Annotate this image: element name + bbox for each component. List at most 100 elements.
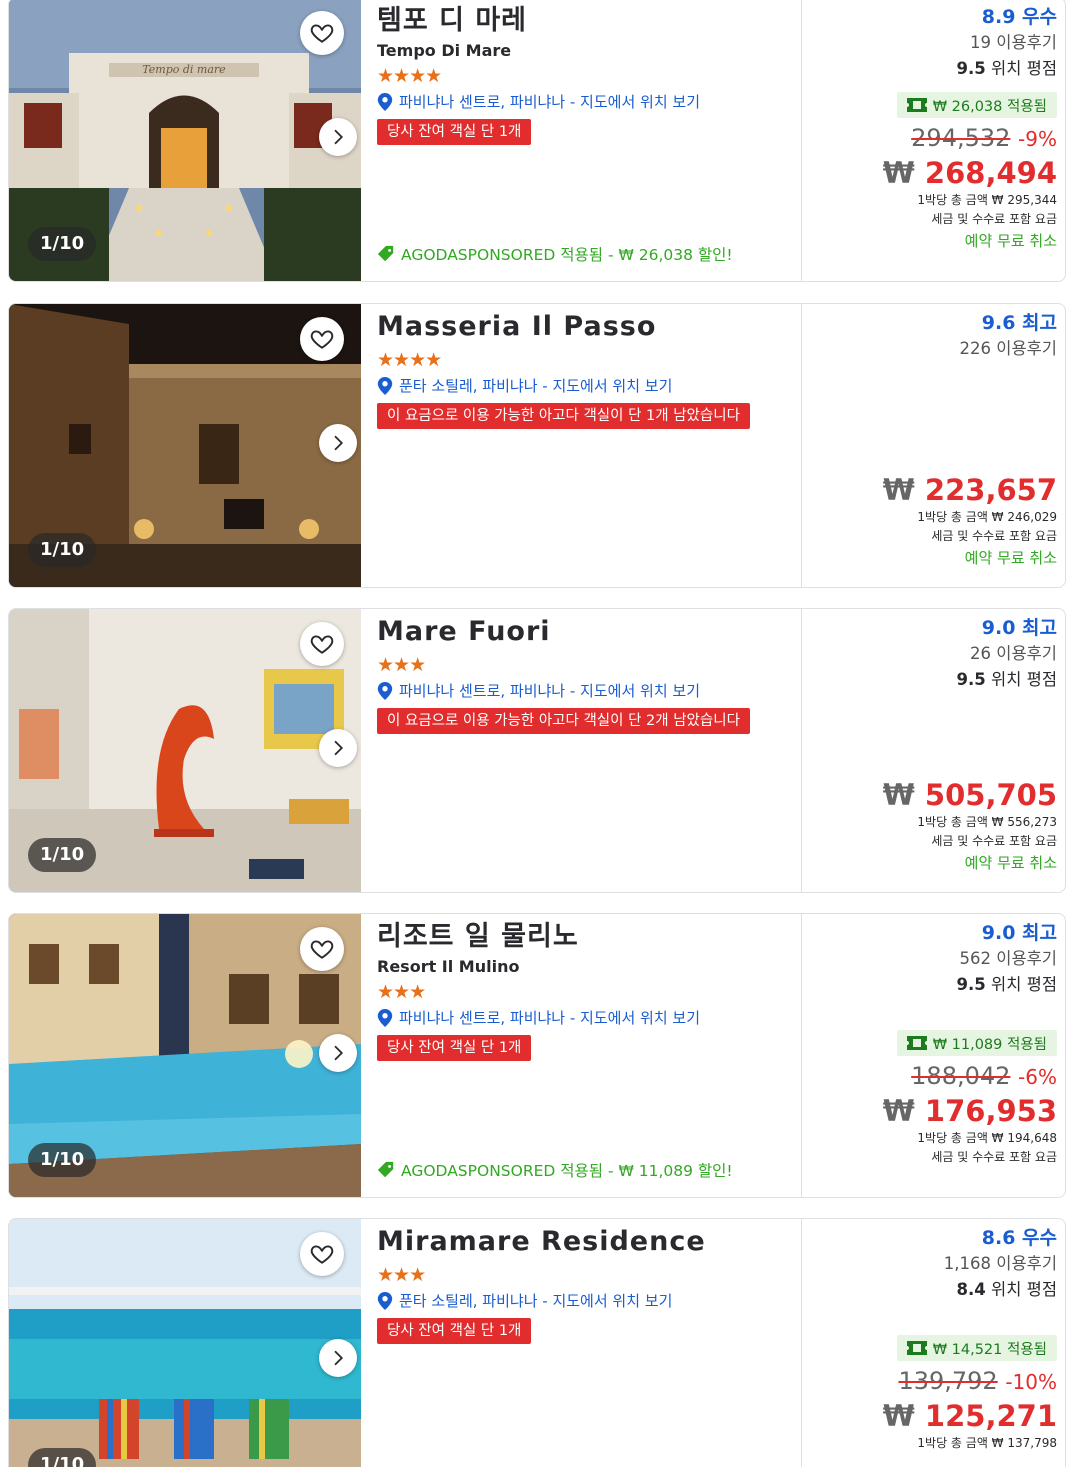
hotel-name[interactable]: Mare Fuori — [377, 613, 785, 651]
price-panel[interactable]: 9.0 최고 26 이용후기 9.5 위치 평점 ₩ 505,705 1박당 총… — [801, 609, 1065, 892]
map-pin-icon — [377, 377, 393, 395]
location-text: 파비냐나 센트로, 파비냐나 - 지도에서 위치 보기 — [399, 93, 700, 111]
next-photo-button[interactable] — [319, 118, 357, 156]
hotel-card[interactable]: 1/10 리조트 일 물리노 Resort Il Mulino ★★★ 파비냐나… — [8, 913, 1066, 1198]
location-score: 9.5 위치 평점 — [812, 667, 1057, 693]
hotel-card[interactable]: 1/10 Masseria Il Passo ★★★★ 푼타 소틸레, 파비냐나… — [8, 303, 1066, 588]
current-price: ₩ 223,657 — [812, 472, 1057, 508]
promo-text: AGODASPONSORED 적용됨 - ₩ 11,089 할인! — [401, 1162, 733, 1180]
tax-note: 세금 및 수수료 포함 요금 — [931, 529, 1057, 543]
location-score-value: 9.5 — [956, 975, 986, 994]
urgency-badge: 이 요금으로 이용 가능한 아고다 객실이 단 2개 남았습니다 — [377, 708, 750, 734]
total-price: 1박당 총 금액 ₩ 194,648 — [917, 1131, 1057, 1145]
favorite-button[interactable] — [300, 317, 344, 361]
ticket-icon — [906, 1341, 927, 1355]
coupon-text: ₩ 26,038 적용됨 — [932, 98, 1047, 115]
total-price: 1박당 총 금액 ₩ 137,798 — [917, 1436, 1057, 1450]
star-rating: ★★★ — [377, 654, 426, 676]
free-cancellation: 예약 무료 취소 — [964, 854, 1057, 872]
tag-icon — [377, 1161, 394, 1178]
review-score: 8.6 우수 — [981, 1227, 1057, 1249]
currency-symbol: ₩ — [882, 473, 915, 507]
review-count: 1,168 이용후기 — [943, 1254, 1057, 1273]
current-price: ₩ 125,271 — [812, 1398, 1057, 1434]
hotel-photo[interactable]: 1/10 — [9, 304, 361, 587]
favorite-button[interactable] — [300, 11, 344, 55]
next-photo-button[interactable] — [319, 1034, 357, 1072]
tax-note: 세금 및 수수료 포함 요금 — [931, 212, 1057, 226]
review-count: 26 이용후기 — [970, 644, 1057, 663]
heart-icon — [310, 1245, 334, 1264]
price-panel[interactable]: 9.0 최고 562 이용후기 9.5 위치 평점 ₩ 11,089 적용됨 1… — [801, 914, 1065, 1197]
chevron-right-icon — [334, 1045, 344, 1061]
urgency-badge: 이 요금으로 이용 가능한 아고다 객실이 단 1개 남았습니다 — [377, 403, 750, 429]
hotel-photo[interactable]: 1/10 — [9, 914, 361, 1197]
heart-icon — [310, 24, 334, 43]
next-photo-button[interactable] — [319, 424, 357, 462]
location-score: 9.5 위치 평점 — [812, 56, 1057, 82]
coupon-badge: ₩ 26,038 적용됨 — [896, 92, 1057, 118]
coupon-badge: ₩ 11,089 적용됨 — [896, 1030, 1057, 1056]
photo-counter: 1/10 — [28, 1448, 97, 1467]
hotel-name[interactable]: Masseria Il Passo — [377, 308, 785, 346]
price-panel[interactable]: 8.6 우수 1,168 이용후기 8.4 위치 평점 ₩ 14,521 적용됨… — [801, 1219, 1065, 1467]
tax-note: 세금 및 수수료 포함 요금 — [931, 1150, 1057, 1164]
heart-icon — [310, 940, 334, 959]
price-panel[interactable]: 9.6 최고 226 이용후기 ₩ 223,657 1박당 총 금액 ₩ 246… — [801, 304, 1065, 587]
photo-counter: 1/10 — [28, 838, 97, 872]
hotel-card[interactable]: 1/10 Miramare Residence ★★★ 푼타 소틸레, 파비냐나… — [8, 1218, 1066, 1467]
location-link[interactable]: 파비냐나 센트로, 파비냐나 - 지도에서 위치 보기 — [377, 679, 785, 703]
location-score: 8.4 위치 평점 — [812, 1277, 1057, 1303]
review-count: 226 이용후기 — [959, 339, 1057, 358]
promo-text: AGODASPONSORED 적용됨 - ₩ 26,038 할인! — [401, 246, 733, 264]
hotel-name-english: Tempo Di Mare — [377, 41, 512, 60]
hotel-name[interactable]: Miramare Residence — [377, 1223, 785, 1261]
review-score: 9.0 최고 — [981, 922, 1057, 944]
favorite-button[interactable] — [300, 622, 344, 666]
location-text: 푼타 소틸레, 파비냐나 - 지도에서 위치 보기 — [399, 377, 673, 395]
location-link[interactable]: 파비냐나 센트로, 파비냐나 - 지도에서 위치 보기 — [377, 90, 785, 114]
hotel-name-english: Resort Il Mulino — [377, 957, 520, 976]
map-pin-icon — [377, 1009, 393, 1027]
sign-text: Tempo di mare — [142, 63, 226, 76]
review-count: 562 이용후기 — [959, 949, 1057, 968]
hotel-photo[interactable]: 1/10 — [9, 609, 361, 892]
crossed-price: 294,532 — [911, 124, 1011, 152]
hotel-card[interactable]: 1/10 Mare Fuori ★★★ 파비냐나 센트로, 파비냐나 - 지도에… — [8, 608, 1066, 893]
star-rating: ★★★★ — [377, 349, 442, 371]
crossed-price: 139,792 — [898, 1367, 998, 1395]
current-price: ₩ 176,953 — [812, 1093, 1057, 1129]
hotel-photo[interactable]: 1/10 — [9, 1219, 361, 1467]
free-cancellation: 예약 무료 취소 — [964, 232, 1057, 250]
next-photo-button[interactable] — [319, 729, 357, 767]
ticket-icon — [906, 1036, 927, 1050]
currency-symbol: ₩ — [882, 156, 915, 190]
original-price: 139,792 -10% — [812, 1365, 1057, 1398]
free-cancellation: 예약 무료 취소 — [964, 549, 1057, 567]
current-price: ₩ 505,705 — [812, 777, 1057, 813]
hotel-name[interactable]: 템포 디 마레 — [377, 2, 785, 40]
hotel-photo[interactable]: Tempo di mare 1/10 — [9, 0, 361, 281]
location-link[interactable]: 푼타 소틸레, 파비냐나 - 지도에서 위치 보기 — [377, 1289, 785, 1313]
total-price: 1박당 총 금액 ₩ 246,029 — [917, 510, 1057, 524]
urgency-badge: 당사 잔여 객실 단 1개 — [377, 119, 532, 145]
ticket-icon — [906, 98, 927, 112]
location-link[interactable]: 푼타 소틸레, 파비냐나 - 지도에서 위치 보기 — [377, 374, 785, 398]
star-rating: ★★★ — [377, 1264, 426, 1286]
location-link[interactable]: 파비냐나 센트로, 파비냐나 - 지도에서 위치 보기 — [377, 1006, 785, 1030]
hotel-info: Miramare Residence ★★★ 푼타 소틸레, 파비냐나 - 지도… — [361, 1219, 801, 1467]
favorite-button[interactable] — [300, 1232, 344, 1276]
review-count: 19 이용후기 — [970, 33, 1057, 52]
hotel-card[interactable]: Tempo di mare 1/10 템포 디 마레 Tempo Di Mare… — [8, 0, 1066, 282]
chevron-right-icon — [334, 435, 344, 451]
currency-symbol: ₩ — [882, 1094, 915, 1128]
hotel-name[interactable]: 리조트 일 물리노 — [377, 918, 785, 956]
location-score: 9.5 위치 평점 — [812, 972, 1057, 998]
favorite-button[interactable] — [300, 927, 344, 971]
price-panel[interactable]: 8.9 우수 19 이용후기 9.5 위치 평점 ₩ 26,038 적용됨 29… — [801, 0, 1065, 281]
photo-counter: 1/10 — [28, 533, 97, 567]
price-value: 223,657 — [924, 473, 1057, 507]
next-photo-button[interactable] — [319, 1339, 357, 1377]
price-value: 176,953 — [924, 1094, 1057, 1128]
hotel-info: 리조트 일 물리노 Resort Il Mulino ★★★ 파비냐나 센트로,… — [361, 914, 801, 1197]
